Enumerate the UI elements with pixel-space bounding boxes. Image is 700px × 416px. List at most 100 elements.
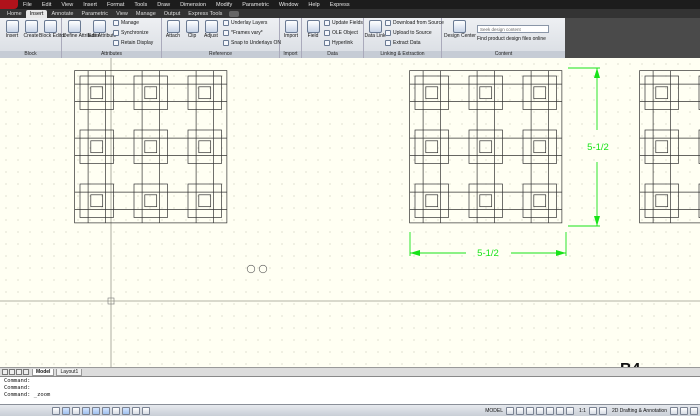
quick-properties-icon[interactable] (142, 406, 150, 415)
ortho-mode-icon[interactable] (72, 406, 80, 415)
application-menu-button[interactable] (0, 0, 18, 9)
menu-file[interactable]: File (18, 2, 37, 8)
synchronize-button[interactable]: Synchronize (113, 29, 149, 37)
command-line[interactable]: Command: Command: Command: _zoom (0, 376, 700, 404)
panel-title-linking-extraction: Linking & Extraction (364, 51, 441, 58)
clean-screen-icon[interactable] (690, 406, 698, 415)
showmotion-icon[interactable] (556, 406, 564, 415)
retain-display-icon (113, 40, 119, 46)
clip-icon (185, 20, 199, 33)
edit-attribute-icon (92, 20, 106, 33)
dynamic-ucs-icon[interactable] (112, 406, 120, 415)
menu-edit[interactable]: Edit (37, 2, 56, 8)
menu-draw[interactable]: Draw (152, 2, 175, 8)
retain-display-dropdown[interactable]: Retain Display (113, 39, 153, 47)
menu-dimension[interactable]: Dimension (175, 2, 211, 8)
tab-parametric[interactable]: Parametric (77, 10, 112, 18)
ole-object-icon (324, 30, 330, 36)
ole-object-button[interactable]: OLE Object (324, 29, 358, 37)
update-fields-icon (324, 20, 330, 26)
grid-display-icon[interactable] (62, 406, 70, 415)
annotation-scale-icon[interactable] (566, 406, 574, 415)
manage-icon (113, 20, 119, 26)
ribbon-tab-bar: Home Insert Annotate Parametric View Man… (0, 9, 700, 18)
adjust-button[interactable]: Adjust (200, 20, 222, 40)
data-link-button[interactable]: Data Link (364, 20, 386, 40)
design-center-button[interactable]: Design Center (444, 20, 476, 40)
panel-attributes: Define Attributes Edit Attribute Manage … (62, 18, 162, 58)
menu-format[interactable]: Format (102, 2, 129, 8)
panel-import: Import Import (280, 18, 302, 58)
synchronize-icon (113, 30, 119, 36)
extract-data-button[interactable]: Extract Data (385, 39, 421, 47)
upload-icon (385, 30, 391, 36)
next-layout-arrow-icon[interactable] (16, 369, 22, 375)
upload-to-source-button[interactable]: Upload to Source (385, 29, 432, 37)
ribbon: Insert Create Block Editor Block Define … (0, 18, 565, 58)
tab-express-tools[interactable]: Express Tools (184, 10, 226, 18)
menu-parametric[interactable]: Parametric (237, 2, 274, 8)
tab-output[interactable]: Output (160, 10, 185, 18)
object-snap-icon[interactable] (92, 406, 100, 415)
menu-insert[interactable]: Insert (78, 2, 102, 8)
first-layout-arrow-icon[interactable] (2, 369, 8, 375)
circle-right (258, 264, 268, 274)
lock-icon[interactable] (670, 406, 678, 415)
annotation-visibility-icon[interactable] (588, 406, 597, 415)
frames-dropdown[interactable]: *Frames vary* (223, 29, 263, 37)
define-attributes-button[interactable]: Define Attributes (63, 20, 100, 40)
field-button[interactable]: Field (302, 20, 324, 40)
menu-view[interactable]: View (56, 2, 78, 8)
underlay-layers-icon (223, 20, 229, 26)
menu-tools[interactable]: Tools (129, 2, 152, 8)
lineweight-icon[interactable] (132, 406, 140, 415)
tab-insert[interactable]: Insert (25, 10, 48, 18)
hyperlink-button[interactable]: Hyperlink (324, 39, 353, 47)
tab-annotate[interactable]: Annotate (47, 10, 77, 18)
menu-help[interactable]: Help (303, 2, 324, 8)
find-design-files-link[interactable]: Find product design files online (477, 35, 546, 43)
tab-model[interactable]: Model (32, 368, 55, 376)
menu-window[interactable]: Window (274, 2, 304, 8)
panel-title-block[interactable]: Block (0, 51, 61, 58)
quick-view-layouts-icon[interactable] (506, 406, 514, 415)
block-editor-button[interactable]: Block Editor (39, 20, 66, 40)
workspace-switching-icon[interactable] (598, 406, 607, 415)
snap-mode-icon[interactable] (52, 406, 60, 415)
panel-data: Field Update Fields OLE Object Hyperlink… (302, 18, 364, 58)
zoom-icon[interactable] (536, 406, 544, 415)
snap-underlays-dropdown[interactable]: Snap to Underlays ON (223, 39, 281, 47)
last-layout-arrow-icon[interactable] (23, 369, 29, 375)
ribbon-minimize-toggle-icon[interactable] (229, 11, 240, 17)
tab-manage[interactable]: Manage (132, 10, 160, 18)
underlay-layers-button[interactable]: Underlay Layers (223, 19, 267, 27)
menu-modify[interactable]: Modify (211, 2, 237, 8)
object-snap-tracking-icon[interactable] (102, 406, 110, 415)
quick-view-drawings-icon[interactable] (516, 406, 524, 415)
tab-home[interactable]: Home (3, 10, 26, 18)
annotation-scale[interactable]: 1:1 (579, 408, 586, 414)
polar-tracking-icon[interactable] (82, 406, 90, 415)
dynamic-input-icon[interactable] (122, 406, 130, 415)
panel-content: Design Center Seek design content Find p… (442, 18, 565, 58)
isolate-objects-icon[interactable] (680, 406, 688, 415)
panel-title-reference[interactable]: Reference (162, 51, 279, 58)
import-button[interactable]: Import (280, 20, 302, 40)
panel-reference: Attach Clip Adjust Underlay Layers *Fram… (162, 18, 281, 58)
update-fields-button[interactable]: Update Fields (324, 19, 363, 27)
menu-express[interactable]: Express (325, 2, 355, 8)
manage-attributes-button[interactable]: Manage (113, 19, 139, 27)
tab-layout1[interactable]: Layout1 (56, 368, 83, 376)
workspace-dropdown[interactable]: 2D Drafting & Annotation (612, 408, 667, 414)
prev-layout-arrow-icon[interactable] (9, 369, 15, 375)
steering-wheel-icon[interactable] (546, 406, 554, 415)
tab-view[interactable]: View (112, 10, 132, 18)
edit-attribute-button[interactable]: Edit Attribute (88, 20, 116, 40)
download-from-source-button[interactable]: Download from Source (385, 19, 444, 27)
model-space-button[interactable]: MODEL (485, 408, 503, 414)
pan-icon[interactable] (526, 406, 534, 415)
drawing-canvas[interactable]: 5-1/2 5-1/2 B4 (0, 58, 700, 367)
panel-title-attributes[interactable]: Attributes (62, 51, 161, 58)
seek-search-input[interactable]: Seek design content (477, 25, 549, 33)
panel-title-content: Content (442, 51, 565, 58)
